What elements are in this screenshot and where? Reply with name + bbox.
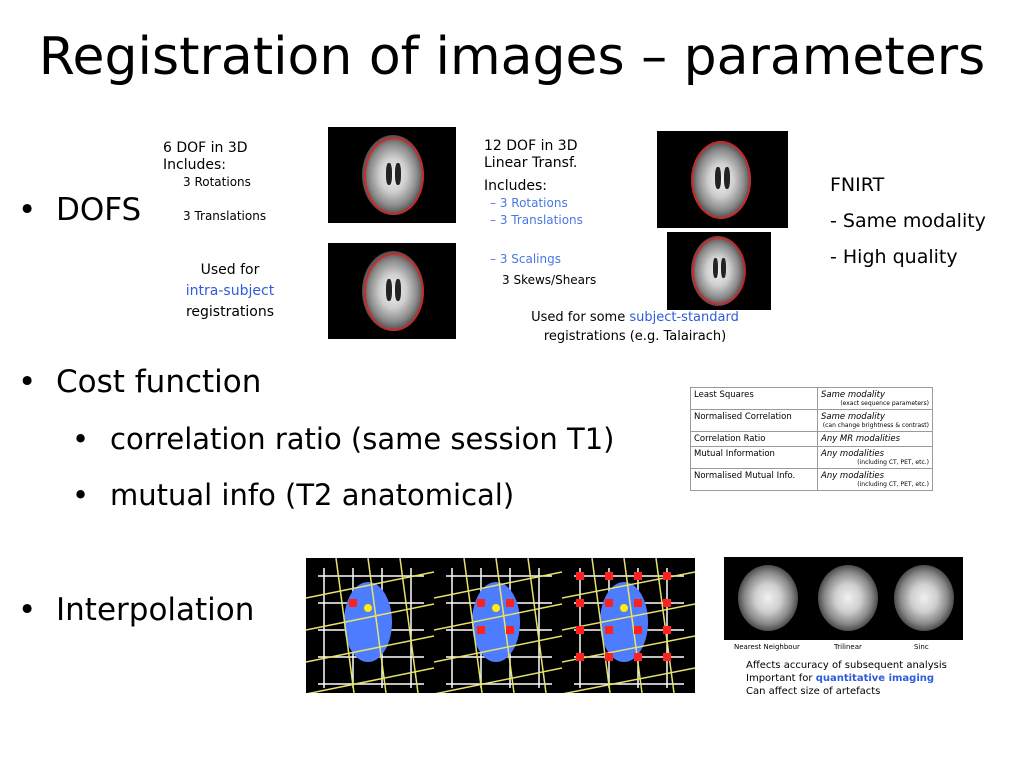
interp-caption: Affects accuracy of subsequent analysis … (746, 659, 1006, 698)
table-cell-desc: Any MR modalities (817, 431, 933, 447)
table-cell-desc: Any modalities (including CT, PET, etc.) (817, 446, 933, 469)
bullet-cost-text: Cost function (56, 364, 262, 400)
brain-image-6dof-top (328, 127, 456, 223)
bullet-cost-sub1-text: correlation ratio (same session T1) (110, 422, 615, 456)
bullet-icon: • (18, 192, 37, 228)
bullet-icon: • (72, 478, 90, 512)
interp-brain-labels: Nearest Neighbour Trilinear Sinc (724, 643, 963, 655)
interp-caption-line3: Can affect size of artefacts (746, 686, 881, 697)
table-cell-name: Least Squares (690, 387, 818, 410)
interp-grid-trilinear (434, 558, 562, 693)
dof6-line3: 3 Rotations (183, 175, 251, 189)
label-sinc: Sinc (914, 643, 929, 651)
dof12-block: 12 DOF in 3D Linear Transf. Includes: – … (484, 138, 654, 289)
table-cell-desc: Any modalities (including CT, PET, etc.) (817, 468, 933, 491)
table-row: Normalised Correlation Same modality (can… (690, 409, 933, 432)
fnirt-line1: - Same modality (830, 210, 986, 232)
bullet-dofs: • DOFS (18, 192, 141, 228)
dof12-line3: Includes: (484, 178, 547, 194)
table-cell-name: Normalised Mutual Info. (690, 468, 818, 491)
brain-image-12dof-top (657, 131, 788, 228)
dof12-subj: subject-standard (629, 310, 739, 325)
table-cell-name: Mutual Information (690, 446, 818, 469)
dof12-skew: 3 Skews/Shears (502, 273, 597, 287)
bullet-interp: • Interpolation (18, 592, 254, 628)
dof12-trans: – 3 Translations (490, 213, 583, 227)
bullet-cost-sub2-text: mutual info (T2 anatomical) (110, 478, 515, 512)
bullet-dofs-text: DOFS (56, 192, 142, 228)
dof6-used-for: Used for (200, 262, 260, 278)
interp-grid-sinc (562, 558, 695, 693)
dof12-reg: registrations (e.g. Talairach) (543, 329, 727, 344)
dof6-block: 6 DOF in 3D Includes: 3 Rotations 3 Tran… (163, 140, 323, 225)
slide-title: Registration of images – parameters (38, 27, 986, 87)
table-row: Least Squares Same modality (exact sequen… (690, 387, 933, 410)
bullet-icon: • (18, 364, 37, 400)
interp-caption-line2: Important for quantitative imaging (746, 673, 935, 684)
bullet-cost-sub2: • mutual info (T2 anatomical) (72, 478, 514, 512)
fnirt-line2: - High quality (830, 246, 958, 268)
bullet-icon: • (18, 592, 37, 628)
fnirt-title: FNIRT (830, 174, 885, 196)
fnirt-block: FNIRT - Same modality - High quality (830, 167, 986, 275)
table-cell-name: Normalised Correlation (690, 409, 818, 432)
dof6-used: Used for intra-subject registrations (160, 260, 300, 323)
dof12-used-for: Used for some (531, 310, 626, 325)
dof6-line4: 3 Translations (183, 209, 267, 223)
bullet-icon: • (72, 422, 90, 456)
interp-caption-line1: Affects accuracy of subsequent analysis (746, 660, 947, 671)
interp-grid-nearest (306, 558, 434, 693)
interp-brain-panel (724, 557, 963, 640)
brain-image-6dof-bottom (328, 243, 456, 339)
label-trilinear: Trilinear (834, 643, 862, 651)
dof12-line2: Linear Transf. (484, 155, 578, 171)
dof12-line1: 12 DOF in 3D (484, 138, 578, 154)
bullet-cost-sub1: • correlation ratio (same session T1) (72, 422, 614, 456)
table-row: Correlation Ratio Any MR modalities (690, 431, 933, 447)
dof6-line2: Includes: (163, 157, 226, 173)
table-row: Mutual Information Any modalities (includ… (690, 446, 933, 469)
table-cell-desc: Same modality (can change brightness & co… (817, 409, 933, 432)
dof12-used: Used for some subject-standard registrat… (520, 308, 750, 346)
bullet-cost: • Cost function (18, 364, 261, 400)
table-cell-name: Correlation Ratio (690, 431, 818, 447)
dof6-line1: 6 DOF in 3D (163, 140, 248, 156)
dof12-scal: – 3 Scalings (490, 252, 561, 266)
table-cell-desc: Same modality (exact sequence parameters) (817, 387, 933, 410)
bullet-interp-text: Interpolation (56, 592, 255, 628)
label-nearest: Nearest Neighbour (734, 643, 800, 651)
table-row: Normalised Mutual Info. Any modalities (i… (690, 468, 933, 491)
brain-image-12dof-bottom (667, 232, 771, 310)
cost-function-table: Least Squares Same modality (exact sequen… (690, 387, 933, 491)
dof12-rot: – 3 Rotations (490, 196, 568, 210)
dof6-registrations: registrations (185, 304, 275, 320)
dof6-intra: intra-subject (185, 283, 275, 299)
